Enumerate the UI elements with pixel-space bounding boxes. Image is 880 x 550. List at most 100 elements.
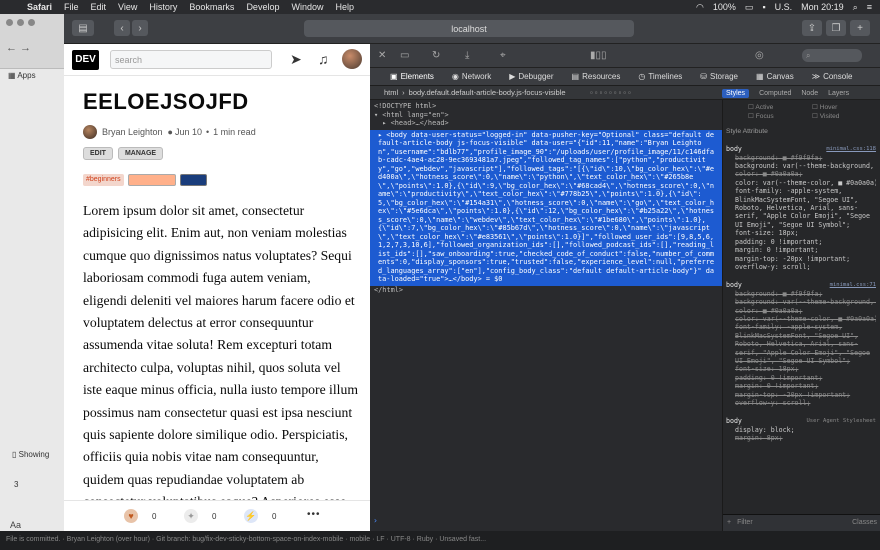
rule-1-prop[interactable]: padding: 0 !important; bbox=[726, 238, 876, 246]
download-icon[interactable]: ⤓ bbox=[465, 50, 469, 61]
rule-1-prop[interactable]: color: ■ #0a0a0a; bbox=[726, 170, 876, 178]
unicorn-reaction-button[interactable]: ✦ 0 bbox=[184, 509, 216, 523]
rule-1-prop[interactable]: background: ■ #f9f9fa; bbox=[726, 154, 876, 162]
rule-1-prop[interactable]: margin: 0 !important; bbox=[726, 246, 876, 254]
sidebar-toggle-button[interactable]: ▤ bbox=[72, 20, 94, 36]
rule-2-prop[interactable]: overflow-y: scroll; bbox=[726, 399, 876, 407]
share-button[interactable]: ⇪ bbox=[802, 20, 822, 36]
back-button[interactable]: ‹ bbox=[114, 20, 130, 36]
add-rule-icon[interactable]: + bbox=[727, 519, 731, 527]
rule-1-prop[interactable]: overflow-y: scroll; bbox=[726, 263, 876, 271]
rule-2-prop[interactable]: margin: 0 !important; bbox=[726, 382, 876, 390]
rule-2-prop[interactable]: font-size: 18px; bbox=[726, 365, 876, 373]
rule-2-prop[interactable]: margin-top: -20px !important; bbox=[726, 391, 876, 399]
rule-2-prop[interactable]: color: ■ #0a0a0a; bbox=[726, 307, 876, 315]
rule-2-prop[interactable]: font-family: -apple-system, BlinkMacSyst… bbox=[726, 323, 876, 365]
tab-network[interactable]: ◉ Network bbox=[452, 72, 491, 81]
back-forward-icons[interactable]: ← → bbox=[6, 42, 31, 54]
menu-edit[interactable]: Edit bbox=[91, 2, 107, 12]
apps-bookmark[interactable]: ▦ Apps bbox=[8, 71, 36, 80]
tab-timelines[interactable]: ◷ Timelines bbox=[638, 72, 682, 81]
dom-doctype[interactable]: <!DOCTYPE html> bbox=[374, 102, 722, 111]
sidebar-tab-styles[interactable]: Styles bbox=[722, 88, 750, 98]
manage-button[interactable]: MANAGE bbox=[117, 147, 164, 160]
dom-html-node[interactable]: ▾ <html lang="en"> bbox=[374, 111, 722, 120]
tag-second[interactable] bbox=[127, 174, 176, 186]
tab-storage[interactable]: ⛁ Storage bbox=[700, 72, 738, 81]
rule-3-prop[interactable]: display: block; bbox=[726, 426, 876, 434]
rule-1-prop[interactable]: font-family: -apple-system, BlinkMacSyst… bbox=[726, 187, 876, 229]
menubar-clock[interactable]: Mon 20:19 bbox=[801, 2, 844, 12]
classes-toggle[interactable]: Classes bbox=[852, 519, 877, 527]
zoom-dot[interactable] bbox=[28, 19, 35, 26]
dev-logo[interactable]: DEV bbox=[72, 49, 99, 70]
menu-help[interactable]: Help bbox=[335, 2, 354, 12]
rule-3-selector[interactable]: body bbox=[726, 417, 742, 425]
dom-html-close[interactable]: </html> bbox=[374, 286, 722, 295]
sidebar-tab-layers[interactable]: Layers bbox=[828, 90, 849, 97]
search-input[interactable]: search bbox=[110, 50, 272, 69]
input-source-label[interactable]: U.S. bbox=[775, 2, 793, 12]
tab-resources[interactable]: ▤ Resources bbox=[572, 72, 621, 81]
state-hover[interactable]: ☐ Hover bbox=[812, 104, 876, 112]
battery-icon[interactable]: ▭ bbox=[745, 2, 754, 13]
dom-tool-icons[interactable]: ▫ ▫ ▫ ▫ ▫ ▫ ▫ ▫ ▫ bbox=[590, 88, 631, 97]
menu-view[interactable]: View bbox=[118, 2, 137, 12]
minimize-dot[interactable] bbox=[17, 19, 24, 26]
rule-2-prop[interactable]: background: var(--theme-background, ■ #f… bbox=[726, 298, 876, 306]
tab-debugger[interactable]: ▶ Debugger bbox=[509, 72, 553, 81]
rule-1-prop[interactable]: color: var(--theme-color, ■ #0a0a0a); bbox=[726, 179, 876, 187]
rule-1-source[interactable]: minimal.css:118 bbox=[826, 145, 876, 153]
menu-history[interactable]: History bbox=[149, 2, 177, 12]
pick-element-icon[interactable]: ⌖ bbox=[500, 50, 506, 61]
wifi-icon[interactable]: ◠ bbox=[696, 2, 704, 13]
sidebar-tab-computed[interactable]: Computed bbox=[759, 90, 791, 97]
github-icon[interactable]: ● bbox=[168, 127, 173, 137]
dock-icon[interactable]: ▭ bbox=[400, 50, 409, 61]
console-prompt-icon[interactable]: › bbox=[373, 516, 378, 526]
menu-bookmarks[interactable]: Bookmarks bbox=[189, 2, 234, 12]
edit-button[interactable]: EDIT bbox=[83, 147, 113, 160]
tag-third[interactable] bbox=[179, 174, 207, 186]
rule-1-prop[interactable]: background: var(--theme-background, ■ #f… bbox=[726, 162, 876, 170]
input-source-flag-icon[interactable]: ▪ bbox=[762, 2, 765, 12]
address-bar[interactable]: localhost bbox=[304, 20, 634, 37]
new-tab-button[interactable]: + bbox=[850, 20, 870, 36]
sidebar-tab-node[interactable]: Node bbox=[801, 90, 818, 97]
state-focus[interactable]: ☐ Focus bbox=[748, 113, 812, 121]
rule-3-prop[interactable]: margin: 8px; bbox=[726, 434, 876, 442]
state-active[interactable]: ☐ Active bbox=[748, 104, 812, 112]
close-dot[interactable] bbox=[6, 19, 13, 26]
rule-2-prop[interactable]: background: ■ #f9f9fa; bbox=[726, 290, 876, 298]
rule-2-prop[interactable]: padding: 0 !important; bbox=[726, 374, 876, 382]
reload-icon[interactable]: ↻ bbox=[432, 50, 440, 61]
tag-beginners[interactable]: #beginners bbox=[83, 174, 124, 186]
dom-body-node-selected[interactable]: ▸ <body data-user-status="logged-in" dat… bbox=[370, 129, 722, 286]
font-size-control[interactable]: Aa bbox=[10, 520, 21, 530]
menu-file[interactable]: File bbox=[64, 2, 79, 12]
paper-plane-icon[interactable]: ➤ bbox=[290, 51, 302, 68]
menu-develop[interactable]: Develop bbox=[246, 2, 279, 12]
rule-2-selector[interactable]: body bbox=[726, 281, 742, 289]
user-avatar[interactable] bbox=[342, 49, 362, 69]
tab-elements[interactable]: ▣ Elements bbox=[390, 72, 434, 81]
breadcrumb-html[interactable]: html bbox=[384, 88, 398, 97]
menu-list-icon[interactable]: ≡ bbox=[867, 2, 872, 12]
spotlight-icon[interactable]: ⌕ bbox=[853, 2, 858, 13]
dom-head-node[interactable]: ▸ <head>…</head> bbox=[374, 119, 722, 128]
breadcrumb-body[interactable]: body.default.default-article-body.js-foc… bbox=[409, 88, 566, 97]
bell-icon[interactable]: ♫ bbox=[318, 51, 329, 67]
menu-safari[interactable]: Safari bbox=[27, 2, 52, 12]
rule-2-source[interactable]: minimal.css:71 bbox=[830, 281, 876, 289]
author-name[interactable]: Bryan Leighton bbox=[102, 127, 163, 137]
tabs-overview-button[interactable]: ❐ bbox=[826, 20, 846, 36]
inspector-search-field[interactable]: ⌕ bbox=[802, 49, 862, 62]
style-attribute-label[interactable]: Style Attribute bbox=[726, 128, 876, 136]
forward-button[interactable]: › bbox=[132, 20, 148, 36]
toggle-target-icon[interactable]: ◎ bbox=[755, 50, 764, 61]
filter-input[interactable]: Filter bbox=[737, 519, 753, 527]
rule-1-prop[interactable]: margin-top: -20px !important; bbox=[726, 255, 876, 263]
rule-1-prop[interactable]: font-size: 18px; bbox=[726, 229, 876, 237]
more-options-button[interactable]: ••• bbox=[307, 509, 321, 520]
heart-reaction-button[interactable]: ♥ 0 bbox=[124, 509, 156, 523]
